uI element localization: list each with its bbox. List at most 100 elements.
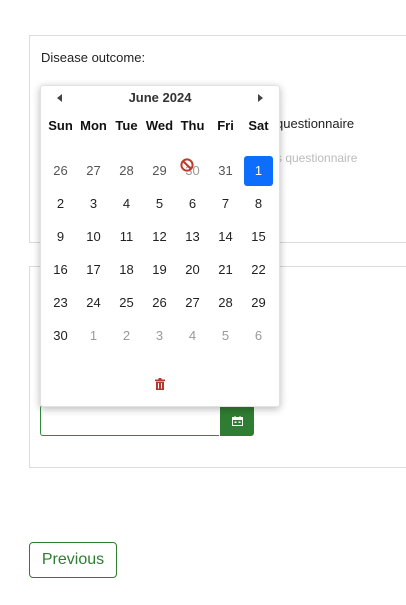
day-number: 5 [155, 196, 164, 211]
option-label-2[interactable]: s questionnaire [276, 151, 357, 165]
day-number: 2 [122, 328, 131, 343]
day-cell[interactable]: 16 [44, 253, 77, 286]
day-cell[interactable]: 2 [110, 319, 143, 352]
weekday-label: Mon [80, 118, 107, 133]
calendar-icon [231, 415, 243, 426]
day-cell[interactable]: 10 [77, 220, 110, 253]
day-number: 18 [119, 262, 134, 277]
weekday-label: Wed [145, 118, 174, 133]
day-cell[interactable]: 19 [143, 253, 176, 286]
day-cell[interactable]: 18 [110, 253, 143, 286]
day-cell[interactable]: 6 [176, 187, 209, 220]
day-number: 3 [89, 196, 98, 211]
day-number: 29 [251, 295, 266, 310]
day-number: 28 [218, 295, 233, 310]
day-cell[interactable]: 7 [209, 187, 242, 220]
day-number: 25 [119, 295, 134, 310]
day-number: 4 [188, 328, 197, 343]
day-cell[interactable]: 25 [110, 286, 143, 319]
day-cell[interactable]: 29 [242, 286, 275, 319]
day-number: 14 [218, 229, 233, 244]
day-cell[interactable]: 20 [176, 253, 209, 286]
weekday-label: Sun [48, 118, 73, 133]
day-cell[interactable]: 2 [44, 187, 77, 220]
day-cell[interactable]: 22 [242, 253, 275, 286]
day-cell[interactable]: 3 [143, 319, 176, 352]
day-number: 29 [152, 163, 167, 178]
day-cell[interactable]: 21 [209, 253, 242, 286]
day-number: 17 [86, 262, 101, 277]
day-number: 22 [251, 262, 266, 277]
day-cell[interactable]: 26 [143, 286, 176, 319]
day-cell[interactable]: 29 [143, 154, 176, 187]
day-cell[interactable]: 6 [242, 319, 275, 352]
weekday-row: Sun Mon Tue Wed Thu Fri Sat [44, 118, 275, 133]
month-title[interactable]: June 2024 [41, 90, 279, 105]
day-number: 20 [185, 262, 200, 277]
day-cell[interactable]: 27 [176, 286, 209, 319]
day-number: 11 [119, 229, 134, 244]
day-number: 1 [244, 155, 273, 186]
day-cell[interactable]: 30 [44, 319, 77, 352]
weekday-label: Thu [180, 118, 205, 133]
calendar-button[interactable] [220, 405, 254, 436]
day-cell[interactable]: 13 [176, 220, 209, 253]
day-cell[interactable]: 3 [77, 187, 110, 220]
day-number: 13 [185, 229, 200, 244]
day-cell[interactable]: 8 [242, 187, 275, 220]
day-number: 27 [185, 295, 200, 310]
option-label-1[interactable]: questionnaire [276, 116, 354, 131]
day-cell[interactable]: 9 [44, 220, 77, 253]
date-input[interactable] [40, 405, 219, 436]
day-number: 26 [53, 163, 68, 178]
weekday-label: Fri [217, 118, 234, 133]
day-number: 4 [122, 196, 131, 211]
day-number: 6 [254, 328, 263, 343]
day-cell[interactable]: 1 [242, 154, 275, 187]
day-number: 2 [56, 196, 65, 211]
day-cell[interactable]: 26 [44, 154, 77, 187]
weekday-label: Tue [115, 118, 138, 133]
day-number: 31 [218, 163, 233, 178]
day-grid: 26 27 28 29 30 31 1 2 3 4 5 6 7 8 9 10 11 12 13 14 15 16 17 18 1… [44, 154, 275, 352]
day-number: 6 [188, 196, 197, 211]
day-number: 8 [254, 196, 263, 211]
day-number: 23 [53, 295, 68, 310]
day-cell[interactable]: 28 [110, 154, 143, 187]
day-cell[interactable]: 27 [77, 154, 110, 187]
day-number: 27 [86, 163, 101, 178]
day-cell[interactable]: 11 [110, 220, 143, 253]
day-cell[interactable]: 4 [110, 187, 143, 220]
day-number: 19 [152, 262, 167, 277]
day-cell[interactable]: 15 [242, 220, 275, 253]
day-number: 15 [251, 229, 266, 244]
day-number: 24 [86, 295, 101, 310]
day-cell[interactable]: 23 [44, 286, 77, 319]
day-cell[interactable]: 1 [77, 319, 110, 352]
day-cell[interactable]: 12 [143, 220, 176, 253]
day-number: 10 [86, 229, 101, 244]
previous-button[interactable]: Previous [29, 542, 117, 578]
day-cell[interactable]: 30 [176, 154, 209, 187]
day-cell[interactable]: 17 [77, 253, 110, 286]
day-cell[interactable]: 14 [209, 220, 242, 253]
day-cell[interactable]: 5 [143, 187, 176, 220]
datepicker-popup: June 2024 Sun Mon Tue Wed Thu Fri Sat 26… [40, 85, 280, 407]
day-cell[interactable]: 31 [209, 154, 242, 187]
day-number: 1 [89, 328, 98, 343]
disease-outcome-label: Disease outcome: [41, 50, 146, 65]
day-number: 3 [155, 328, 164, 343]
weekday-label: Sat [248, 118, 269, 133]
trash-icon[interactable] [155, 378, 165, 390]
day-cell[interactable]: 5 [209, 319, 242, 352]
caret-right-icon[interactable] [258, 94, 263, 102]
day-number: 30 [53, 328, 68, 343]
day-cell[interactable]: 28 [209, 286, 242, 319]
day-number: 28 [119, 163, 134, 178]
day-number: 7 [221, 196, 230, 211]
day-number: 21 [218, 262, 233, 277]
no-entry-icon [180, 158, 194, 172]
day-cell[interactable]: 4 [176, 319, 209, 352]
day-number: 5 [221, 328, 230, 343]
day-cell[interactable]: 24 [77, 286, 110, 319]
